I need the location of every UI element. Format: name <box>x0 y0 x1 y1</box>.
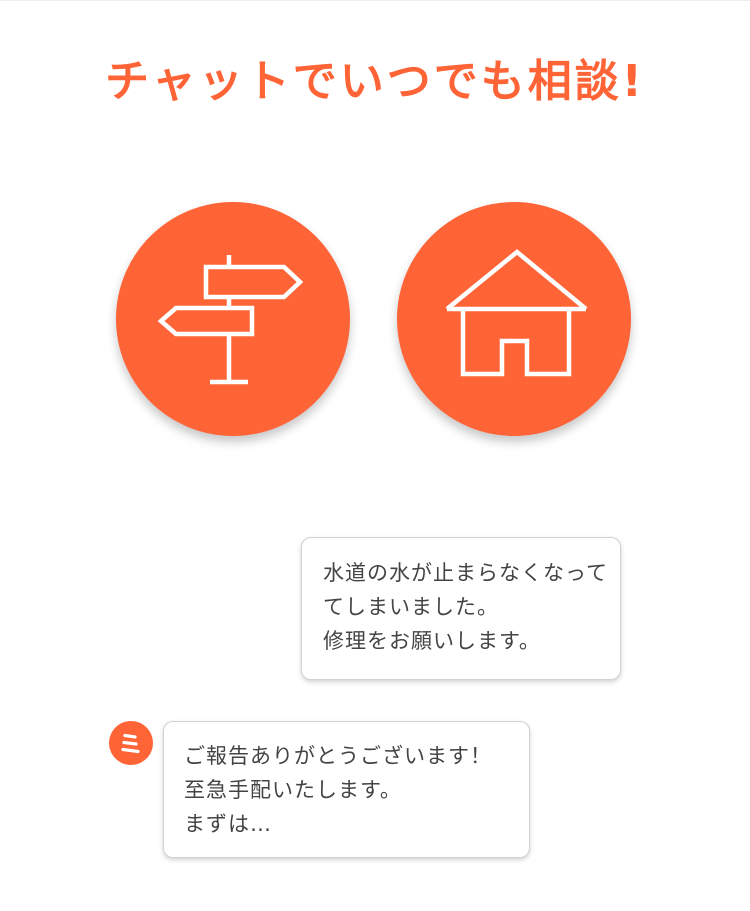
operator-avatar <box>109 721 153 765</box>
house-icon <box>445 249 588 377</box>
bot-message-bubble: ご報告ありがとうございます！ 至急手配いたします。 まずは… <box>163 721 530 858</box>
top-divider <box>0 0 750 1</box>
chat-operator-avatar-icon <box>121 733 140 754</box>
page-title: チャットでいつでも相談! <box>105 56 645 107</box>
user-message-line: 修理をお願いします。 <box>323 629 541 653</box>
user-message-line: 水道の水が止まらなくなって <box>323 561 608 585</box>
user-message-bubble: 水道の水が止まらなくなって てしまいました。 修理をお願いします。 <box>301 537 621 680</box>
signpost-badge <box>116 202 350 436</box>
bot-message-line: ご報告ありがとうございます！ <box>184 744 492 768</box>
house-badge <box>397 202 631 436</box>
bot-message-line: 至急手配いたします。 <box>184 778 402 802</box>
user-message-line: てしまいました。 <box>323 595 499 619</box>
signpost-icon <box>157 255 304 385</box>
bot-message-line: まずは… <box>184 812 272 836</box>
